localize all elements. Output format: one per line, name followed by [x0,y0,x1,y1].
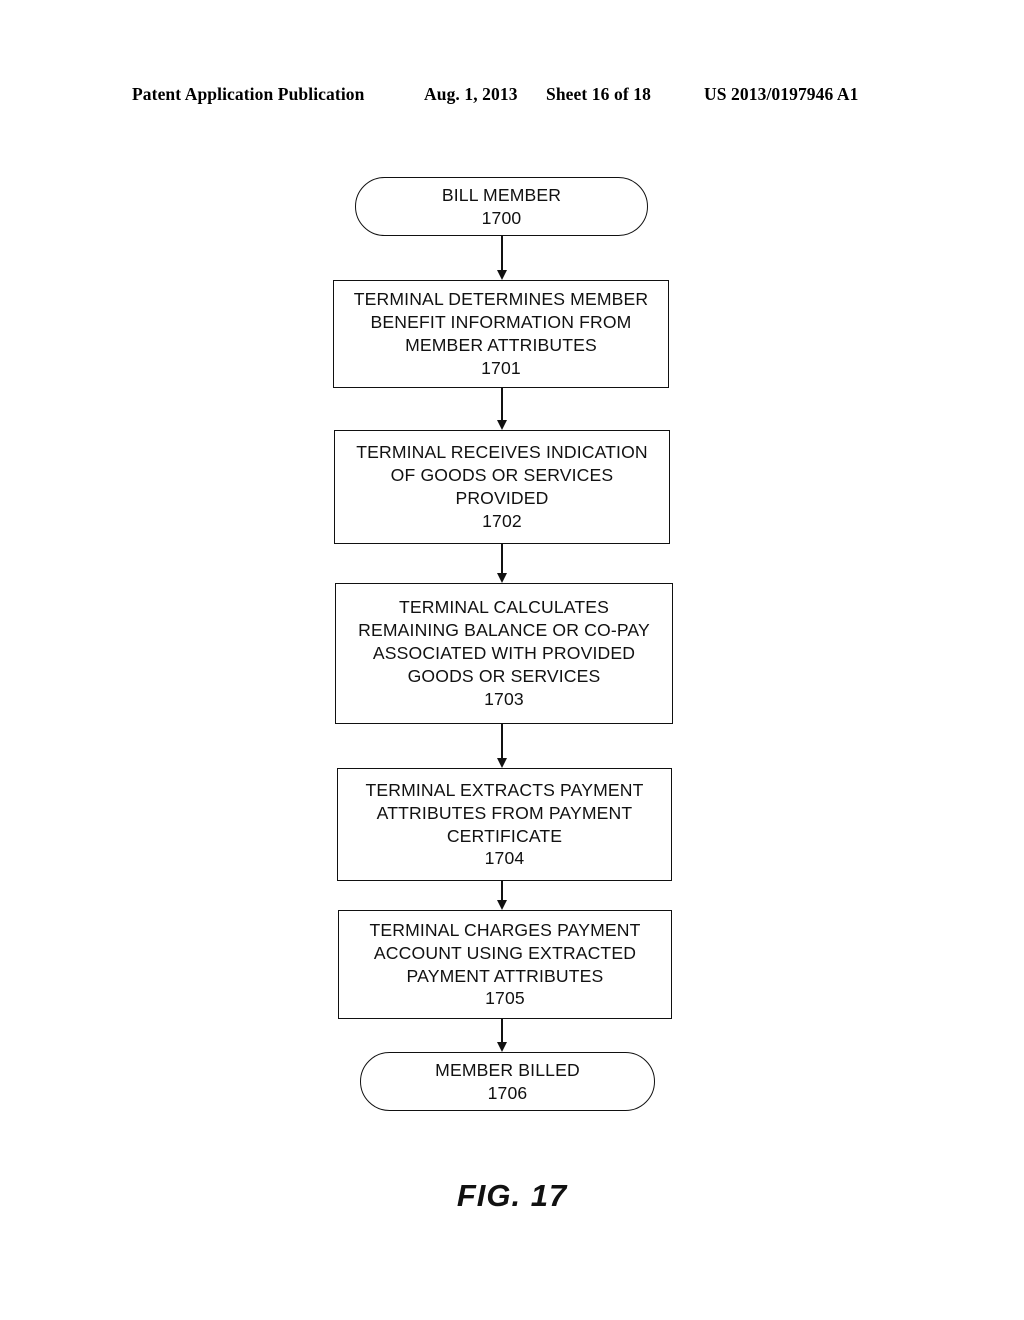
flow-node-1701: TERMINAL DETERMINES MEMBER BENEFIT INFOR… [333,280,669,388]
arrow-head-icon [497,1042,507,1052]
connector-arrow-1705-to-1706 [497,1019,508,1052]
flow-node-1704: TERMINAL EXTRACTS PAYMENT ATTRIBUTES FRO… [337,768,672,881]
arrow-stem [501,724,503,759]
flow-node-1706-line-1: 1706 [487,1082,528,1103]
flow-node-1704-line-1: ATTRIBUTES FROM PAYMENT [376,802,633,823]
flow-node-1703-line-3: GOODS OR SERVICES [407,665,601,686]
arrow-head-icon [497,758,507,768]
flow-node-1704-line-2: CERTIFICATE [446,825,563,846]
flow-node-1703-line-2: ASSOCIATED WITH PROVIDED [372,643,636,664]
connector-arrow-1702-to-1703 [497,544,508,583]
connector-arrow-1703-to-1704 [497,724,508,768]
flow-node-1700: BILL MEMBER 1700 [355,177,648,236]
flow-node-1702-line-1: OF GOODS OR SERVICES [390,465,614,486]
flow-node-1704-line-3: 1704 [484,848,525,869]
flow-node-1700-line-1: 1700 [481,207,522,228]
arrow-head-icon [497,573,507,583]
flow-node-1705-line-0: TERMINAL CHARGES PAYMENT [369,919,641,940]
arrow-head-icon [497,420,507,430]
arrow-head-icon [497,900,507,910]
flow-node-1705-line-2: PAYMENT ATTRIBUTES [406,965,604,986]
flowchart-figure-17: BILL MEMBER 1700 TERMINAL DETERMINES MEM… [0,0,1024,1320]
arrow-stem [501,1019,503,1043]
flow-node-1701-line-0: TERMINAL DETERMINES MEMBER [353,289,649,310]
flow-node-1705: TERMINAL CHARGES PAYMENT ACCOUNT USING E… [338,910,672,1019]
flow-node-1703-line-1: REMAINING BALANCE OR CO-PAY [358,620,650,641]
flow-node-1705-line-3: 1705 [485,988,525,1009]
flow-node-1701-line-3: 1701 [481,357,521,378]
flow-node-1700-line-0: BILL MEMBER [441,184,562,205]
connector-arrow-1704-to-1705 [497,881,508,910]
flow-node-1702-line-3: 1702 [482,510,522,531]
flow-node-1706-line-0: MEMBER BILLED [435,1059,580,1080]
flow-node-1702-line-0: TERMINAL RECEIVES INDICATION [356,442,648,463]
arrow-stem [501,544,503,574]
arrow-head-icon [497,270,507,280]
arrow-stem [501,388,503,421]
flow-node-1703-line-0: TERMINAL CALCULATES [398,597,610,618]
connector-arrow-1701-to-1702 [497,388,508,430]
flow-node-1704-line-0: TERMINAL EXTRACTS PAYMENT [365,779,644,800]
flow-node-1706: MEMBER BILLED 1706 [360,1052,655,1111]
flow-node-1705-line-1: ACCOUNT USING EXTRACTED [373,942,637,963]
flow-node-1702-line-2: PROVIDED [455,488,549,508]
connector-arrow-1700-to-1701 [497,236,508,280]
flow-node-1703: TERMINAL CALCULATES REMAINING BALANCE OR… [335,583,673,724]
figure-caption: FIG. 17 [456,1178,568,1213]
flow-node-1701-line-1: BENEFIT INFORMATION FROM [370,312,632,333]
flow-node-1701-line-2: MEMBER ATTRIBUTES [405,335,597,355]
arrow-stem [501,236,503,271]
flow-node-1703-line-4: 1703 [484,688,524,709]
arrow-stem [501,881,503,901]
flow-node-1702: TERMINAL RECEIVES INDICATION OF GOODS OR… [334,430,670,544]
